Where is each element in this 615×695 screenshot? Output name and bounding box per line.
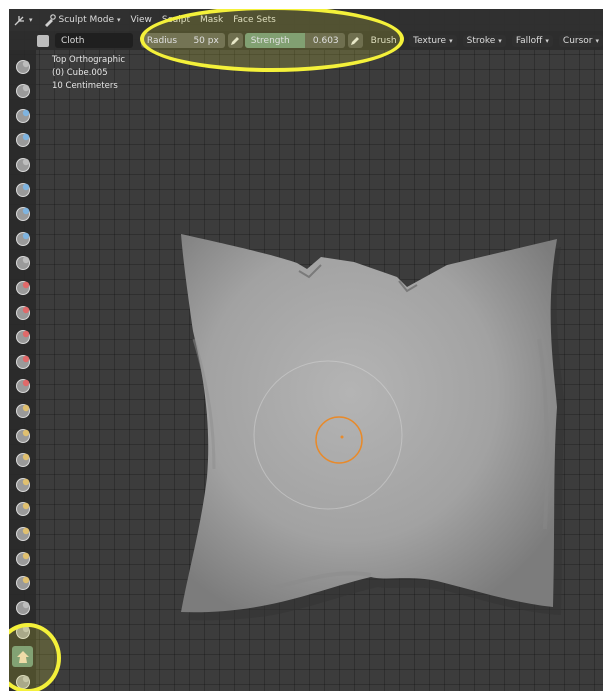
pinch-brush-icon bbox=[15, 403, 30, 418]
texture-menu[interactable]: Texture ▾ bbox=[409, 34, 457, 47]
tool-rotate-brush[interactable] bbox=[12, 573, 33, 594]
chevron-down-icon: ▾ bbox=[399, 36, 404, 45]
clay-brush-icon bbox=[15, 108, 30, 123]
boundary-brush-icon bbox=[15, 625, 30, 640]
chevron-down-icon: ▾ bbox=[29, 16, 33, 24]
viewport-info-overlay: Top Orthographic (0) Cube.005 10 Centime… bbox=[52, 54, 125, 93]
radius-label: Radius bbox=[146, 35, 178, 46]
toolbar-column bbox=[9, 50, 36, 691]
elastic-deform-brush-icon bbox=[15, 453, 30, 468]
slide-relax-brush-icon bbox=[15, 600, 30, 615]
tool-multiplane-scrape-brush[interactable] bbox=[12, 376, 33, 397]
rotate-brush-icon bbox=[15, 576, 30, 591]
sculpt-brush-icon bbox=[44, 13, 56, 27]
brush-menu[interactable]: Brush ▾ bbox=[371, 36, 404, 46]
strength-slider[interactable]: Strength 0.603 bbox=[244, 33, 345, 48]
tool-thumb-brush[interactable] bbox=[12, 499, 33, 520]
blob-brush-icon bbox=[15, 231, 30, 246]
multiplane-scrape-brush-icon bbox=[15, 379, 30, 394]
tool-draw-sharp-brush[interactable] bbox=[12, 81, 33, 102]
tool-pinch-brush[interactable] bbox=[12, 400, 33, 421]
face-sets-menu[interactable]: Face Sets bbox=[233, 15, 276, 25]
tool-clay-strips-brush[interactable] bbox=[12, 130, 33, 151]
scrape-brush-icon bbox=[15, 354, 30, 369]
fill-brush-icon bbox=[15, 330, 30, 345]
view-menu[interactable]: View bbox=[131, 15, 152, 25]
falloff-menu[interactable]: Falloff ▾ bbox=[511, 34, 553, 47]
falloff-menu-label: Falloff bbox=[515, 35, 543, 46]
active-object: (0) Cube.005 bbox=[52, 68, 108, 78]
tool-crease-brush[interactable] bbox=[12, 253, 33, 274]
tool-clay-brush[interactable] bbox=[12, 105, 33, 126]
tool-layer-brush[interactable] bbox=[12, 179, 33, 200]
flatten-brush-icon bbox=[15, 305, 30, 320]
clay-thumb-brush-icon bbox=[15, 157, 30, 172]
tool-nudge-brush[interactable] bbox=[12, 548, 33, 569]
object-interaction-mode-menu[interactable]: ▾ bbox=[13, 14, 33, 27]
tool-snake-hook-brush[interactable] bbox=[12, 474, 33, 495]
pose-brush-icon bbox=[15, 526, 30, 541]
tool-elastic-deform-brush[interactable] bbox=[12, 450, 33, 471]
strength-value: 0.603 bbox=[312, 35, 339, 46]
nudge-brush-icon bbox=[15, 551, 30, 566]
mode-label: Sculpt Mode bbox=[58, 15, 115, 25]
draw-brush-icon bbox=[15, 59, 30, 74]
grid-scale: 10 Centimeters bbox=[52, 81, 118, 91]
brush-menu-label: Brush bbox=[370, 35, 397, 46]
pen-pressure-icon bbox=[231, 36, 240, 45]
sculpt-menu[interactable]: Sculpt bbox=[162, 15, 190, 25]
tool-blob-brush[interactable] bbox=[12, 228, 33, 249]
tool-fill-brush[interactable] bbox=[12, 327, 33, 348]
tool-scrape-brush[interactable] bbox=[12, 351, 33, 372]
brush-name-field[interactable]: Cloth bbox=[54, 33, 133, 48]
simplify-brush-icon bbox=[15, 674, 30, 689]
layer-brush-icon bbox=[15, 182, 30, 197]
viewport-header: ▾ Sculpt Mode ▾ View Sculpt Mask Face Se… bbox=[9, 9, 603, 31]
strength-pressure-toggle[interactable] bbox=[347, 33, 363, 48]
radius-slider[interactable]: Radius 50 px bbox=[140, 33, 225, 48]
view-name: Top Orthographic bbox=[52, 55, 126, 65]
smooth-brush-icon bbox=[15, 280, 30, 295]
tool-clay-thumb-brush[interactable] bbox=[12, 154, 33, 175]
texture-menu-label: Texture bbox=[413, 35, 447, 46]
tool-flatten-brush[interactable] bbox=[12, 302, 33, 323]
stroke-menu-label: Stroke bbox=[466, 35, 496, 46]
chevron-down-icon: ▾ bbox=[117, 16, 121, 24]
3d-viewport[interactable]: ▾ Sculpt Mode ▾ View Sculpt Mask Face Se… bbox=[9, 9, 603, 691]
pen-pressure-icon bbox=[351, 36, 360, 45]
snake-hook-brush-icon bbox=[15, 477, 30, 492]
mode-selector[interactable]: Sculpt Mode ▾ bbox=[43, 13, 121, 27]
radius-value: 50 px bbox=[193, 35, 219, 46]
tool-smooth-brush[interactable] bbox=[12, 277, 33, 298]
brush-thumbnail[interactable] bbox=[37, 34, 49, 47]
chevron-down-icon: ▾ bbox=[449, 36, 453, 45]
mask-menu[interactable]: Mask bbox=[200, 15, 223, 25]
chevron-down-icon: ▾ bbox=[595, 36, 600, 45]
thumb-brush-icon bbox=[15, 502, 30, 517]
cursor-menu-label: Cursor bbox=[562, 35, 593, 46]
tool-pose-brush[interactable] bbox=[12, 523, 33, 544]
draw-sharp-brush-icon bbox=[15, 84, 30, 99]
cloth-brush-icon bbox=[16, 650, 29, 663]
radius-pressure-toggle[interactable] bbox=[227, 33, 243, 48]
tool-slide-relax-brush[interactable] bbox=[12, 597, 33, 618]
cursor-menu[interactable]: Cursor ▾ bbox=[558, 34, 603, 47]
tool-grab-brush[interactable] bbox=[12, 425, 33, 446]
inflate-brush-icon bbox=[15, 207, 30, 222]
chevron-down-icon: ▾ bbox=[545, 36, 549, 45]
tool-boundary-brush[interactable] bbox=[12, 622, 33, 643]
tool-draw-brush[interactable] bbox=[12, 56, 33, 77]
cloth-mesh bbox=[181, 234, 565, 621]
chevron-down-icon: ▾ bbox=[498, 36, 502, 45]
transform-gizmo-icon bbox=[14, 15, 24, 25]
clay-strips-brush-icon bbox=[15, 133, 30, 148]
tool-inflate-brush[interactable] bbox=[12, 204, 33, 225]
tool-settings-bar: Cloth Radius 50 px Strength 0.603 Brush ▾… bbox=[9, 31, 603, 50]
stroke-menu[interactable]: Stroke ▾ bbox=[462, 34, 506, 47]
tool-cloth-brush[interactable] bbox=[12, 646, 33, 668]
tool-simplify-brush[interactable] bbox=[12, 671, 33, 691]
grab-brush-icon bbox=[15, 428, 30, 443]
crease-brush-icon bbox=[15, 256, 30, 271]
strength-label: Strength bbox=[250, 35, 290, 46]
